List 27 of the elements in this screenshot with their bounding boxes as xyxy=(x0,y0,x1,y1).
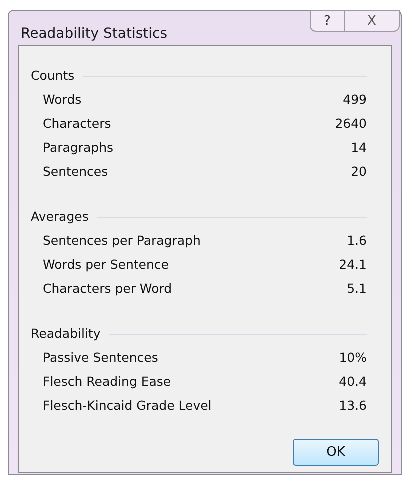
stat-label: Sentences xyxy=(43,162,108,181)
section-heading: Averages xyxy=(31,208,89,226)
stat-label: Passive Sentences xyxy=(43,348,158,367)
stat-value: 2640 xyxy=(335,114,367,133)
stat-label: Words xyxy=(43,90,82,109)
stat-label: Flesch Reading Ease xyxy=(43,372,172,391)
stat-label: Sentences per Paragraph xyxy=(43,232,201,250)
stat-value: 1.6 xyxy=(347,232,367,250)
stat-label: Paragraphs xyxy=(43,138,114,157)
ok-button[interactable]: OK xyxy=(293,439,379,466)
stat-label: Flesch-Kincaid Grade Level xyxy=(43,396,212,415)
close-button[interactable]: X xyxy=(345,10,400,32)
stat-value: 10% xyxy=(339,348,367,367)
stat-value: 14 xyxy=(351,138,367,157)
stat-value: 5.1 xyxy=(347,280,367,298)
section-heading: Readability xyxy=(31,324,101,343)
window-title: Readability Statistics xyxy=(21,25,168,44)
stat-label: Words per Sentence xyxy=(43,256,169,274)
stat-value: 24.1 xyxy=(339,256,367,274)
stat-label: Characters per Word xyxy=(43,280,172,298)
help-button[interactable]: ? xyxy=(310,10,345,32)
stat-value: 40.4 xyxy=(339,372,367,391)
stat-value: 13.6 xyxy=(339,396,367,415)
stat-value: 20 xyxy=(351,162,367,181)
stat-label: Characters xyxy=(43,114,112,133)
section-heading: Counts xyxy=(31,66,75,85)
stat-value: 499 xyxy=(343,90,367,109)
